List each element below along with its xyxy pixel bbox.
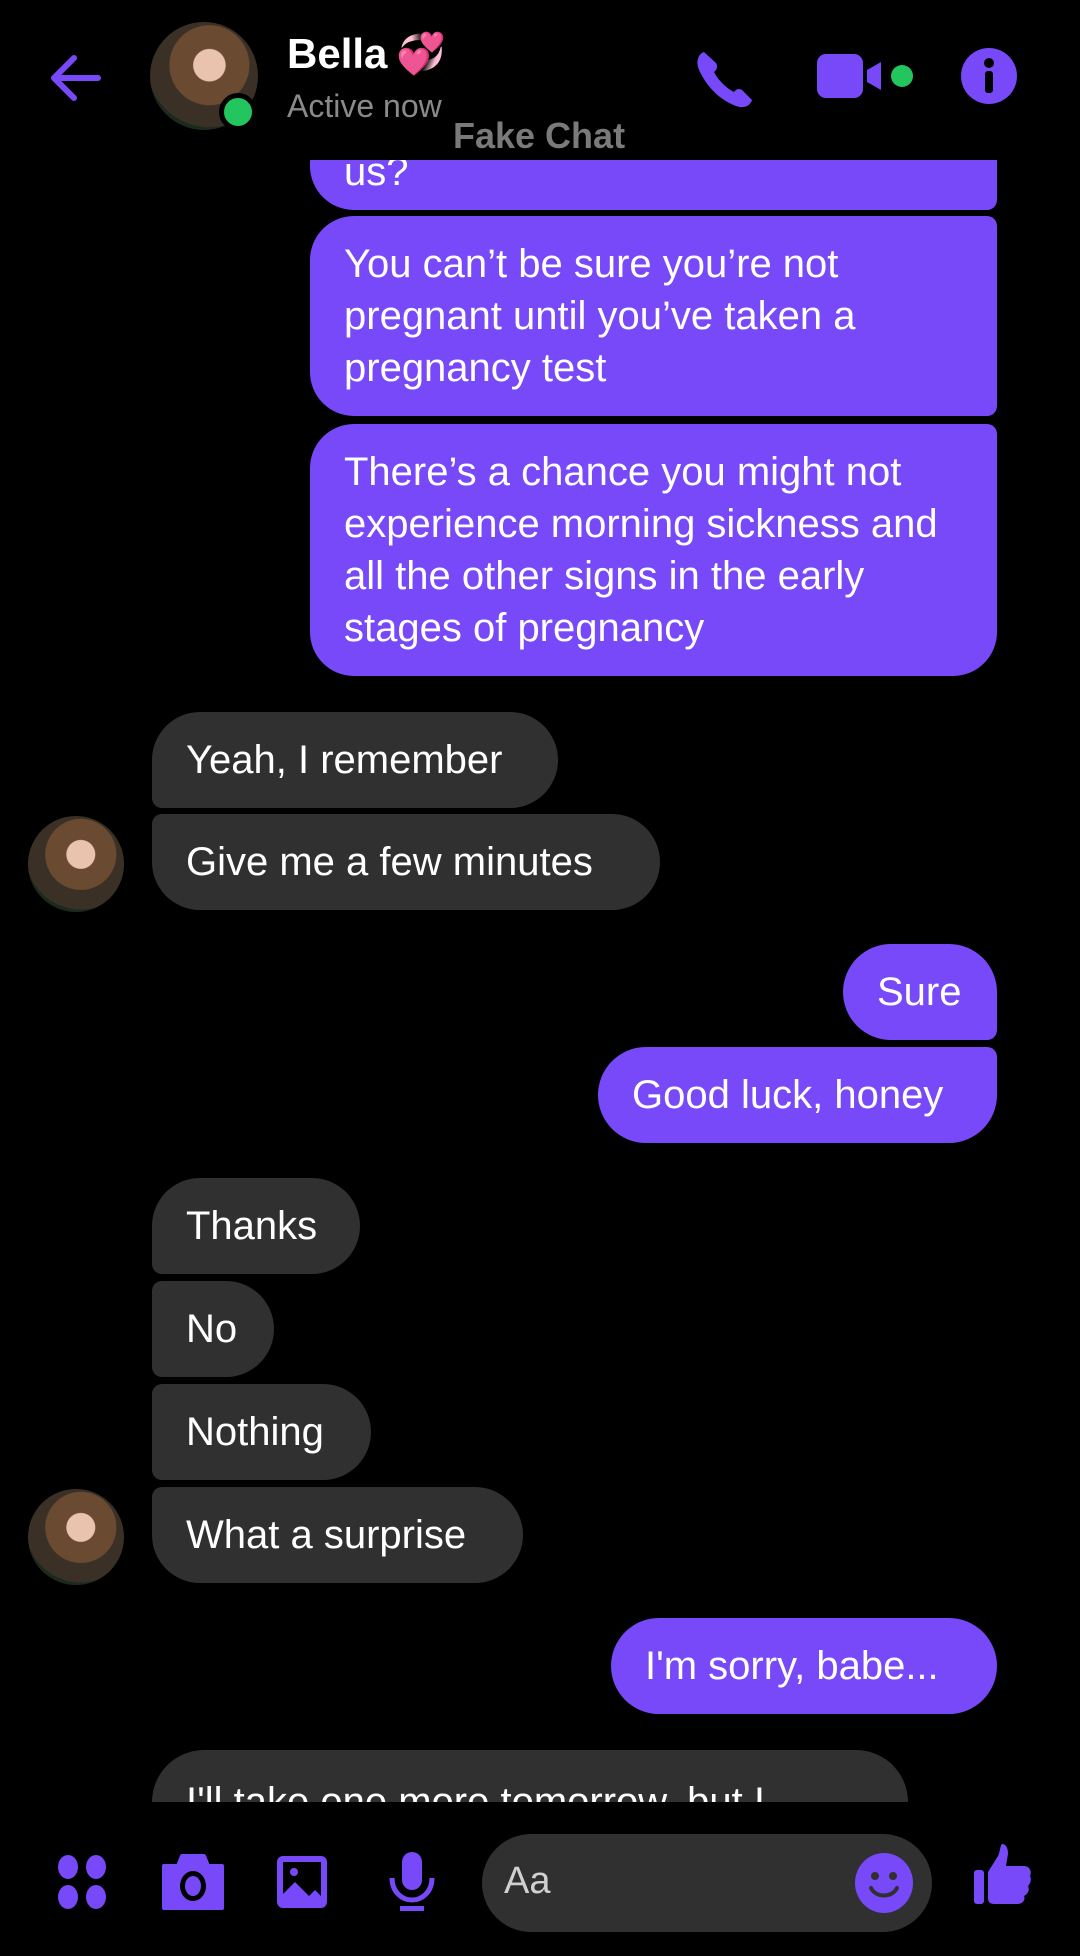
heart-emoji-icon: 💞 bbox=[396, 32, 446, 76]
message-list[interactable]: us? You can’t be sure you’re not pregnan… bbox=[0, 160, 1080, 1802]
camera-button[interactable] bbox=[160, 1854, 226, 1915]
active-status: Active now bbox=[287, 88, 442, 124]
message-input-placeholder: Aa bbox=[504, 1860, 551, 1902]
voice-message-button[interactable] bbox=[388, 1850, 436, 1917]
message-bubble-outgoing[interactable]: There’s a chance you might not experienc… bbox=[310, 424, 997, 676]
contact-avatar-small[interactable] bbox=[28, 816, 124, 912]
message-bubble-incoming[interactable]: Nothing bbox=[152, 1384, 371, 1480]
apps-menu-icon bbox=[58, 1855, 106, 1909]
contact-name[interactable]: Bella bbox=[287, 30, 387, 78]
microphone-icon bbox=[389, 1852, 435, 1911]
emoji-button[interactable] bbox=[854, 1852, 914, 1919]
apps-menu-button[interactable] bbox=[56, 1854, 108, 1915]
message-bubble-incoming[interactable]: I'll take one more tomorrow, but I bbox=[152, 1750, 908, 1802]
back-arrow-icon bbox=[51, 55, 101, 101]
emoji-icon bbox=[855, 1853, 913, 1913]
video-camera-icon bbox=[817, 54, 881, 98]
phone-icon bbox=[697, 52, 752, 108]
message-bubble-incoming[interactable]: No bbox=[152, 1281, 274, 1377]
gallery-icon bbox=[277, 1856, 327, 1908]
message-bubble-incoming[interactable]: Yeah, I remember bbox=[152, 712, 558, 808]
info-button[interactable] bbox=[960, 47, 1018, 110]
message-bubble-incoming[interactable]: Thanks bbox=[152, 1178, 360, 1274]
thumbs-up-icon bbox=[974, 1844, 1031, 1904]
message-bubble-outgoing[interactable]: Sure bbox=[843, 944, 997, 1040]
back-button[interactable] bbox=[44, 46, 108, 110]
message-composer: Aa bbox=[0, 1802, 1080, 1956]
watermark: Fake Chat bbox=[453, 115, 626, 156]
contact-avatar-small[interactable] bbox=[28, 1489, 124, 1585]
camera-icon bbox=[162, 1854, 224, 1910]
message-input[interactable]: Aa bbox=[482, 1834, 932, 1932]
message-bubble-outgoing[interactable]: I'm sorry, babe... bbox=[611, 1618, 997, 1714]
message-bubble-outgoing[interactable]: us? bbox=[310, 160, 997, 210]
message-bubble-outgoing[interactable]: You can’t be sure you’re not pregnant un… bbox=[310, 216, 997, 416]
message-bubble-incoming[interactable]: Give me a few minutes bbox=[152, 814, 660, 910]
online-indicator bbox=[219, 93, 257, 131]
video-call-button[interactable] bbox=[815, 50, 885, 107]
message-bubble-incoming[interactable]: What a surprise bbox=[152, 1487, 523, 1583]
message-bubble-outgoing[interactable]: Good luck, honey bbox=[598, 1047, 997, 1143]
call-button[interactable] bbox=[690, 44, 760, 119]
gallery-button[interactable] bbox=[275, 1854, 329, 1915]
info-icon bbox=[961, 48, 1017, 104]
like-button[interactable] bbox=[972, 1842, 1034, 1911]
video-active-dot bbox=[891, 65, 913, 87]
